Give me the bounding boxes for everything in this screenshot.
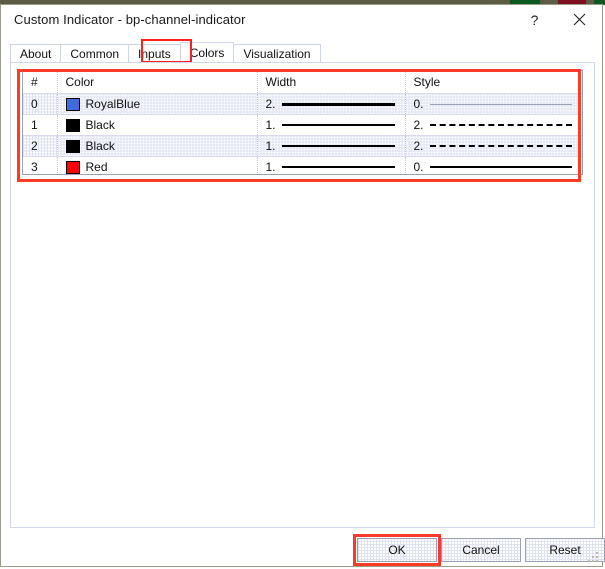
tab-inputs[interactable]: Inputs [128,44,181,63]
cell-style[interactable]: 2. [405,135,582,157]
width-preview-line [281,102,395,106]
table-row[interactable]: 1 Black 1. 2. [23,114,582,136]
width-value: 1. [265,139,276,153]
tab-label: Inputs [138,47,171,61]
column-header-width[interactable]: Width [257,71,406,94]
style-preview-line [429,103,572,105]
cell-style[interactable]: 0. [405,156,582,174]
colors-tab-panel: # Color Width Style 0 RoyalBlue 2. 0. 1 … [10,62,595,528]
color-swatch[interactable] [65,139,80,153]
color-swatch[interactable] [65,97,80,111]
cell-color[interactable]: Red [57,156,258,174]
cell-width[interactable]: 2. [257,93,406,115]
cell-width[interactable]: 1. [257,114,406,136]
column-header-style[interactable]: Style [405,71,582,94]
cell-index: 3 [23,156,58,174]
tab-label: Visualization [243,47,311,61]
width-value: 1. [265,118,276,132]
table-header-row: # Color Width Style [23,71,582,94]
tab-label: Common [70,47,120,61]
table-row[interactable]: 3 Red 1. 0. [23,156,582,174]
title-bar: Custom Indicator - bp-channel-indicator … [1,5,602,36]
cell-style[interactable]: 2. [405,114,582,136]
cell-index: 1 [23,114,58,136]
close-button[interactable] [557,5,602,34]
tab-visualization[interactable]: Visualization [233,44,321,63]
color-table: # Color Width Style 0 RoyalBlue 2. 0. 1 … [23,71,582,174]
close-icon [573,13,586,26]
tab-about[interactable]: About [10,44,62,63]
width-preview-line [281,145,395,147]
width-value: 1. [265,160,276,174]
color-swatch[interactable] [65,160,80,174]
color-swatch[interactable] [65,118,80,132]
table-row[interactable]: 2 Black 1. 2. [23,135,582,157]
cell-style[interactable]: 0. [405,93,582,115]
color-name: Black [85,118,115,132]
dialog-button-bar: OK Cancel Reset [1,534,605,566]
color-settings-grid[interactable]: # Color Width Style 0 RoyalBlue 2. 0. 1 … [22,70,583,175]
style-value: 2. [413,139,424,153]
column-header-color[interactable]: Color [57,71,258,94]
window-title: Custom Indicator - bp-channel-indicator [14,12,246,27]
style-value: 0. [413,97,424,111]
cancel-button[interactable]: Cancel [441,538,521,562]
column-header-index[interactable]: # [23,71,58,94]
ok-button[interactable]: OK [357,538,437,562]
color-name: Red [85,160,108,174]
tab-strip: About Common Inputs Colors Visualization [10,42,321,63]
cell-width[interactable]: 1. [257,156,406,174]
cell-color[interactable]: RoyalBlue [57,93,258,115]
cell-width[interactable]: 1. [257,135,406,157]
width-preview-line [281,166,395,168]
tab-colors[interactable]: Colors [179,42,235,63]
style-preview-line [429,166,572,168]
style-value: 2. [413,118,424,132]
cell-index: 2 [23,135,58,157]
table-row[interactable]: 0 RoyalBlue 2. 0. [23,93,582,115]
width-value: 2. [265,97,276,111]
help-button[interactable]: ? [512,5,557,34]
title-bar-buttons: ? [512,5,602,34]
color-name: Black [85,139,115,153]
tab-common[interactable]: Common [60,44,130,63]
tab-label: Colors [189,46,225,60]
color-name: RoyalBlue [85,97,141,111]
cell-color[interactable]: Black [57,135,258,157]
style-preview-line [429,145,572,147]
question-mark-icon: ? [530,11,539,28]
cell-index: 0 [23,93,58,115]
custom-indicator-dialog: Custom Indicator - bp-channel-indicator … [0,4,605,567]
width-preview-line [281,124,395,126]
tab-label: About [20,47,52,61]
style-value: 0. [413,160,424,174]
cell-color[interactable]: Black [57,114,258,136]
style-preview-line [429,124,572,126]
resize-grip[interactable] [587,551,599,563]
